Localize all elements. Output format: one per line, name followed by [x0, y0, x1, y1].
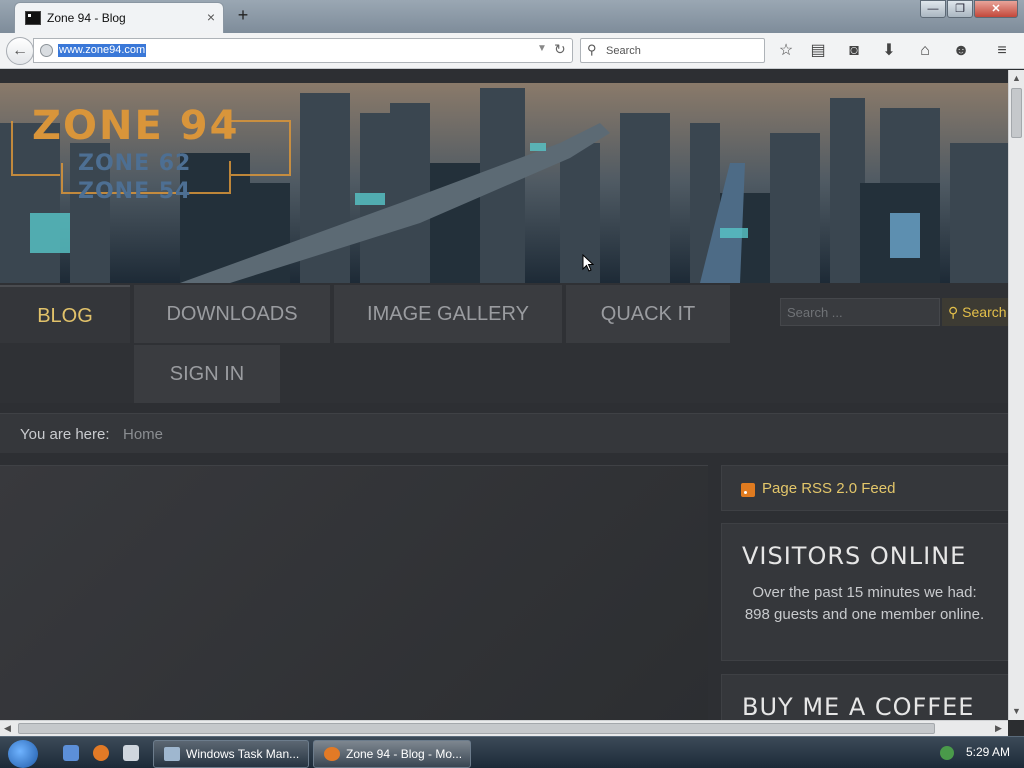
site-search-button[interactable]: ⚲ Search: [942, 298, 1008, 326]
hamburger-menu-icon[interactable]: ≡: [990, 39, 1014, 63]
tab-title: Zone 94 - Blog: [47, 11, 126, 25]
bookmark-star-icon[interactable]: ☆: [774, 39, 798, 63]
visitors-online-text: Over the past 15 minutes we had: 898 gue…: [744, 584, 985, 623]
network-tray-icon[interactable]: [940, 746, 954, 760]
screen: Zone 94 - Blog × + — ❐ ✕ ← www.zone94.co…: [0, 0, 1024, 768]
web-page: ZONE 94 ZONE 62 ZONE 54 BLOG DOWNLOADS I…: [0, 70, 1008, 720]
reload-icon[interactable]: ↻: [554, 41, 566, 58]
new-tab-button[interactable]: +: [233, 5, 253, 25]
menu-item-sign-in[interactable]: SIGN IN: [134, 345, 280, 403]
site-search-button-label: Search: [962, 304, 1007, 320]
site-logo-line3: ZONE 54: [78, 179, 192, 204]
rss-icon: [741, 483, 755, 497]
horizontal-scrollbar[interactable]: ◀ ▶: [0, 720, 1008, 736]
buy-me-a-coffee-title: BUY ME A COFFEE: [742, 693, 975, 720]
menu-item-quack-it[interactable]: QUACK IT: [566, 285, 730, 343]
browser-titlebar: Zone 94 - Blog × + — ❐ ✕: [0, 0, 1024, 33]
vertical-scrollbar[interactable]: ▲ ▼: [1008, 70, 1024, 720]
navigation-toolbar: ← www.zone94.com ▼ ↻ ⚲ Search ☆ ▤ ◙ ⬇ ⌂ …: [0, 33, 1024, 69]
globe-icon: [40, 44, 53, 57]
horizontal-scroll-thumb[interactable]: [18, 723, 935, 734]
firefox-icon[interactable]: [93, 745, 109, 761]
search-icon: ⚲: [948, 304, 959, 320]
history-dropdown-icon[interactable]: ▼: [537, 43, 547, 54]
search-icon: ⚲: [587, 42, 597, 57]
vertical-scroll-thumb[interactable]: [1011, 88, 1022, 138]
back-button[interactable]: ←: [6, 37, 34, 65]
main-content-area: [0, 465, 708, 720]
url-bar[interactable]: www.zone94.com ▼ ↻: [33, 38, 573, 63]
buy-me-a-coffee-box: BUY ME A COFFEE: [721, 674, 1008, 720]
explorer-icon[interactable]: [63, 745, 79, 761]
rss-feed-link[interactable]: Page RSS 2.0 Feed: [762, 480, 895, 497]
chat-icon[interactable]: ☻: [949, 39, 973, 63]
site-logo-line2: ZONE 62: [78, 151, 192, 176]
site-logo-main[interactable]: ZONE 94: [32, 103, 239, 149]
visitors-online-title: VISITORS ONLINE: [742, 542, 967, 570]
media-player-icon[interactable]: [123, 745, 139, 761]
firefox-icon: [324, 747, 340, 761]
pocket-icon[interactable]: ◙: [842, 39, 866, 63]
menu-item-image-gallery[interactable]: IMAGE GALLERY: [334, 285, 562, 343]
url-text[interactable]: www.zone94.com: [58, 44, 147, 57]
scroll-left-icon[interactable]: ◀: [4, 723, 11, 734]
site-search-placeholder: Search ...: [787, 305, 843, 320]
browser-search-input[interactable]: ⚲ Search: [580, 38, 765, 63]
mouse-cursor-icon: [582, 254, 594, 272]
breadcrumb-home-link[interactable]: Home: [123, 426, 163, 443]
close-window-button[interactable]: ✕: [974, 0, 1018, 18]
browser-search-placeholder: Search: [606, 45, 641, 57]
taskbar-task-manager[interactable]: Windows Task Man...: [153, 740, 309, 768]
header-banner: ZONE 94 ZONE 62 ZONE 54: [0, 83, 1008, 283]
minimize-button[interactable]: —: [920, 0, 946, 18]
scroll-right-icon[interactable]: ▶: [995, 723, 1002, 734]
download-icon[interactable]: ⬇: [877, 39, 901, 63]
restore-button[interactable]: ❐: [947, 0, 973, 18]
task-manager-icon: [164, 747, 180, 761]
breadcrumb: You are here: Home: [0, 413, 1008, 453]
browser-tab[interactable]: Zone 94 - Blog ×: [14, 2, 224, 33]
site-favicon-icon: [25, 11, 41, 25]
scroll-up-icon[interactable]: ▲: [1012, 73, 1021, 83]
start-button[interactable]: [8, 740, 38, 768]
taskbar-clock[interactable]: 5:29 AM: [966, 745, 1010, 759]
breadcrumb-label: You are here:: [20, 426, 110, 443]
taskbar-firefox-label: Zone 94 - Blog - Mo...: [346, 747, 463, 761]
menu-item-downloads[interactable]: DOWNLOADS: [134, 285, 330, 343]
taskbar-task-manager-label: Windows Task Man...: [186, 747, 300, 761]
window-controls: — ❐ ✕: [919, 0, 1018, 20]
visitors-online-box: VISITORS ONLINE Over the past 15 minutes…: [721, 523, 1008, 661]
rss-feed-box: Page RSS 2.0 Feed: [721, 465, 1008, 511]
scroll-down-icon[interactable]: ▼: [1012, 706, 1021, 716]
taskbar-firefox-window[interactable]: Zone 94 - Blog - Mo...: [313, 740, 471, 768]
reading-list-icon[interactable]: ▤: [806, 39, 830, 63]
tab-close-icon[interactable]: ×: [207, 9, 215, 25]
menu-item-blog[interactable]: BLOG: [0, 285, 130, 343]
site-search-input[interactable]: Search ...: [780, 298, 940, 326]
home-icon[interactable]: ⌂: [913, 39, 937, 63]
windows-taskbar: Windows Task Man... Zone 94 - Blog - Mo.…: [0, 736, 1024, 768]
